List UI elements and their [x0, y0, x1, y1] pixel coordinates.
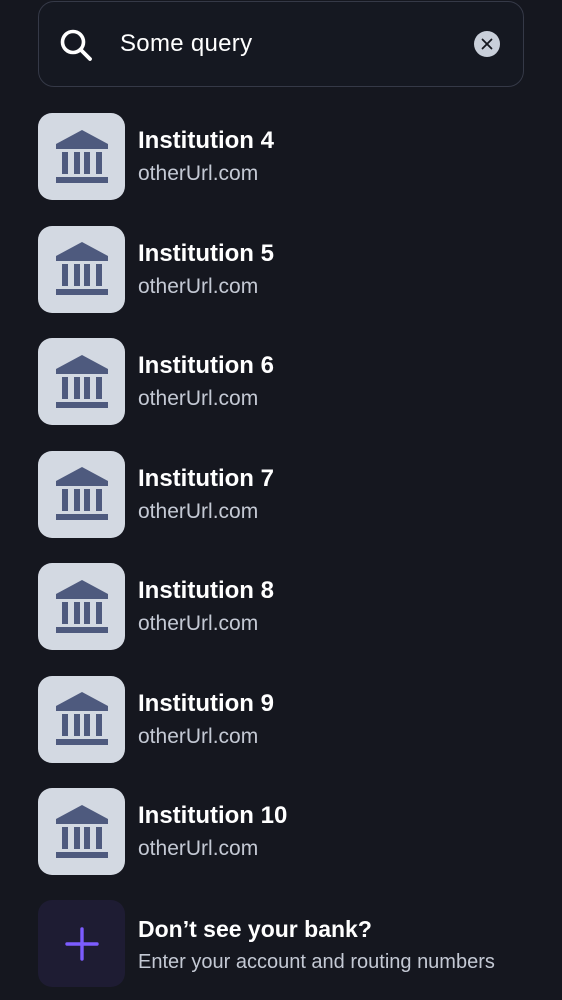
- institution-logo: [38, 563, 125, 650]
- institution-list: Institution 4 otherUrl.com Institution 5…: [38, 113, 524, 901]
- institution-logo: [38, 225, 125, 313]
- institution-row[interactable]: Institution 9 otherUrl.com: [38, 675, 524, 789]
- institution-url: otherUrl.com: [138, 724, 259, 748]
- institution-url: otherUrl.com: [138, 612, 259, 635]
- manual-entry-row[interactable]: Don’t see your bank? Enter your account …: [38, 900, 524, 987]
- institution-name: Institution 5: [138, 239, 274, 267]
- institution-url: otherUrl.com: [138, 274, 259, 298]
- institution-name: Institution 7: [138, 464, 274, 492]
- search-bar: [38, 1, 524, 87]
- search-icon: [58, 27, 94, 63]
- bank-icon: [55, 467, 108, 520]
- institution-row[interactable]: Institution 5 otherUrl.com: [38, 225, 524, 339]
- manual-entry-title: Don’t see your bank?: [138, 916, 372, 942]
- manual-entry-subtitle: Enter your account and routing numbers: [138, 951, 495, 973]
- institution-name: Institution 9: [138, 689, 274, 717]
- bank-icon: [55, 129, 108, 183]
- institution-name: Institution 10: [138, 802, 288, 829]
- institution-name: Institution 4: [138, 127, 274, 154]
- bank-icon: [55, 242, 108, 295]
- institution-logo: [38, 450, 125, 538]
- bank-icon: [55, 804, 108, 858]
- bank-icon: [55, 579, 108, 633]
- institution-row[interactable]: Institution 4 otherUrl.com: [38, 113, 524, 226]
- plus-icon: [64, 926, 99, 961]
- institution-row[interactable]: Institution 7 otherUrl.com: [38, 450, 524, 564]
- institution-picker: Institution 4 otherUrl.com Institution 5…: [0, 0, 562, 1000]
- institution-url: otherUrl.com: [138, 162, 259, 185]
- bank-icon: [55, 354, 108, 408]
- clear-search-button[interactable]: [474, 31, 500, 57]
- add-icon-tile: [38, 900, 125, 987]
- close-icon: [481, 38, 493, 50]
- institution-logo: [38, 113, 125, 200]
- institution-url: otherUrl.com: [138, 837, 259, 860]
- institution-name: Institution 8: [138, 577, 274, 604]
- institution-row[interactable]: Institution 10 otherUrl.com: [38, 788, 524, 901]
- institution-logo: [38, 675, 125, 763]
- institution-logo: [38, 338, 125, 425]
- bank-icon: [55, 692, 108, 745]
- institution-url: otherUrl.com: [138, 499, 259, 523]
- institution-name: Institution 6: [138, 352, 274, 379]
- institution-url: otherUrl.com: [138, 387, 259, 410]
- search-input[interactable]: [120, 22, 450, 66]
- institution-row[interactable]: Institution 6 otherUrl.com: [38, 338, 524, 451]
- institution-logo: [38, 788, 125, 875]
- institution-row[interactable]: Institution 8 otherUrl.com: [38, 563, 524, 676]
